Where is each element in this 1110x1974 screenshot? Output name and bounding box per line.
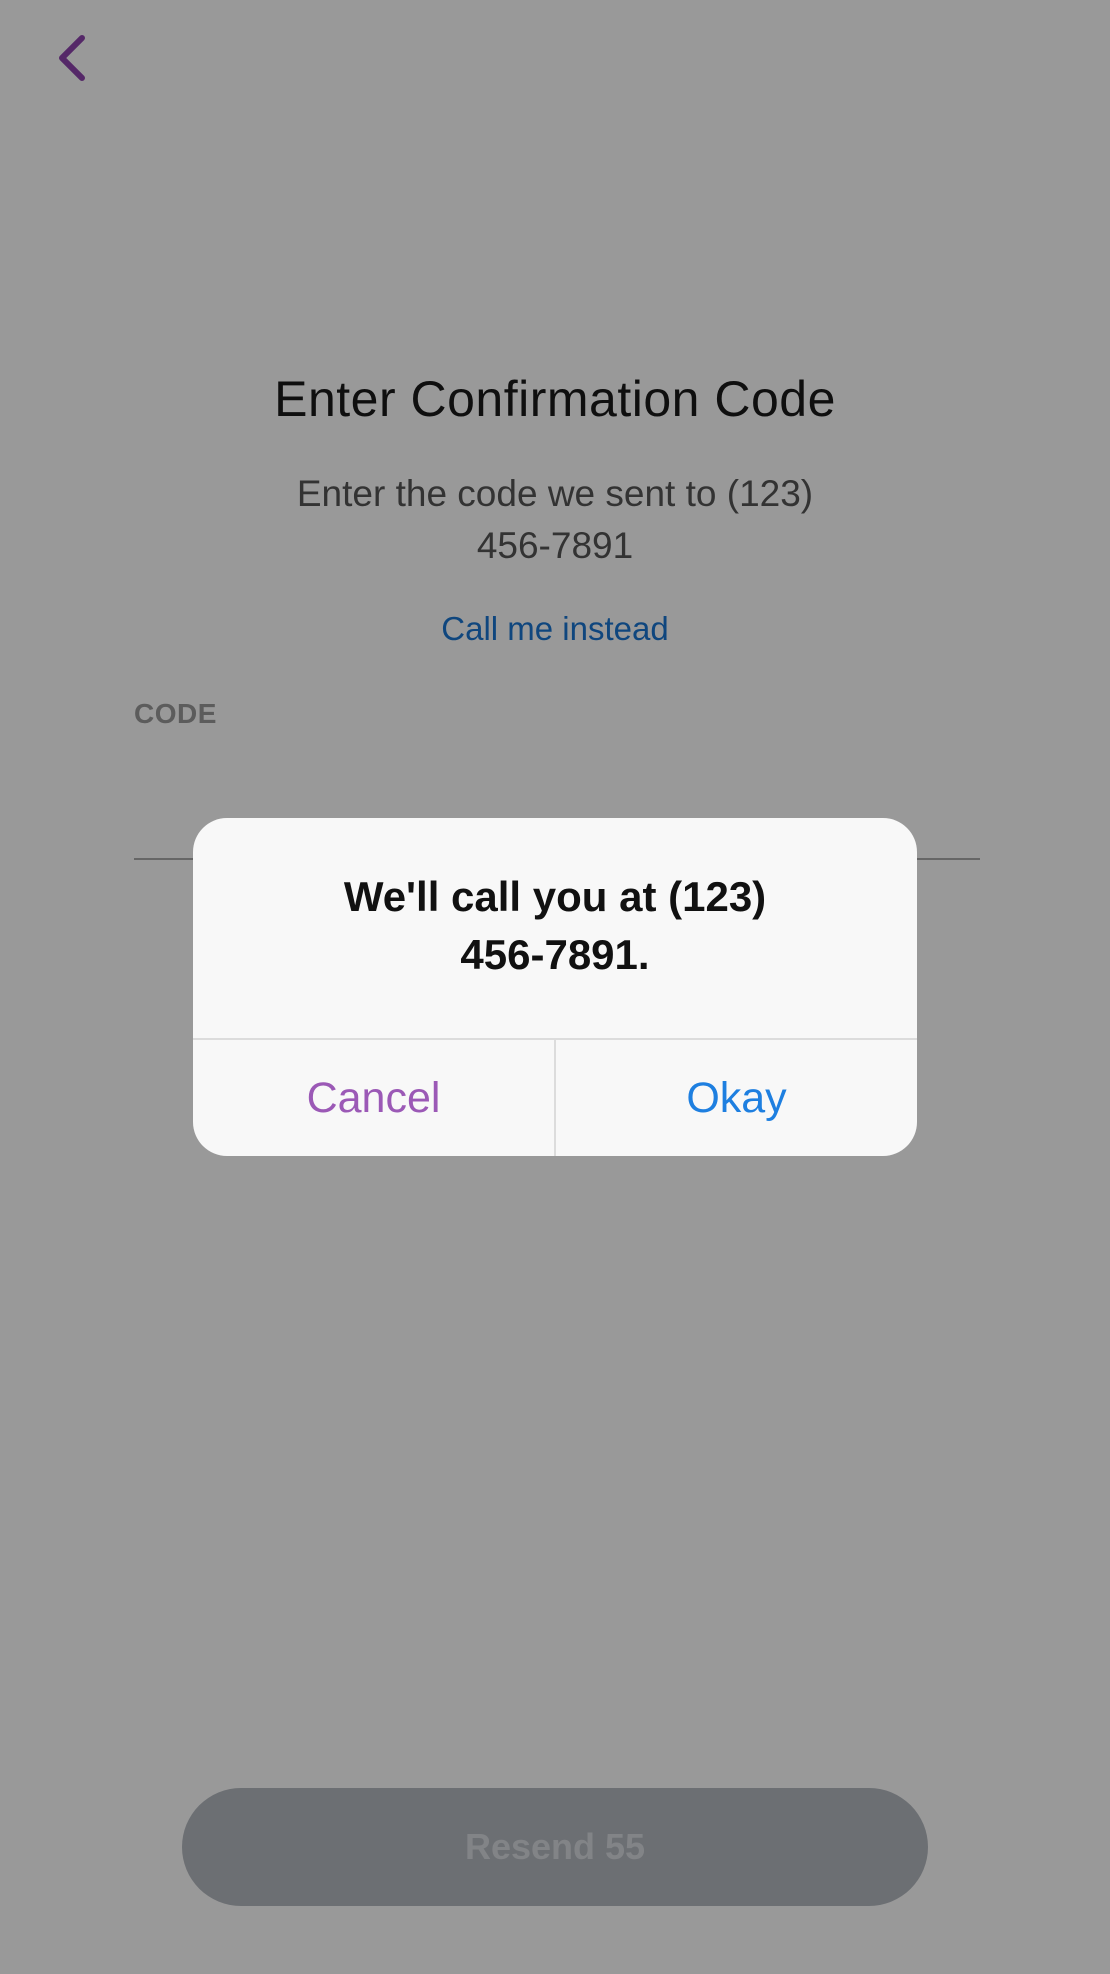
cancel-button[interactable]: Cancel <box>193 1040 554 1156</box>
okay-button[interactable]: Okay <box>556 1040 917 1156</box>
call-confirmation-dialog: We'll call you at (123) 456-7891. Cancel… <box>193 818 917 1156</box>
dialog-message: We'll call you at (123) 456-7891. <box>343 873 767 978</box>
